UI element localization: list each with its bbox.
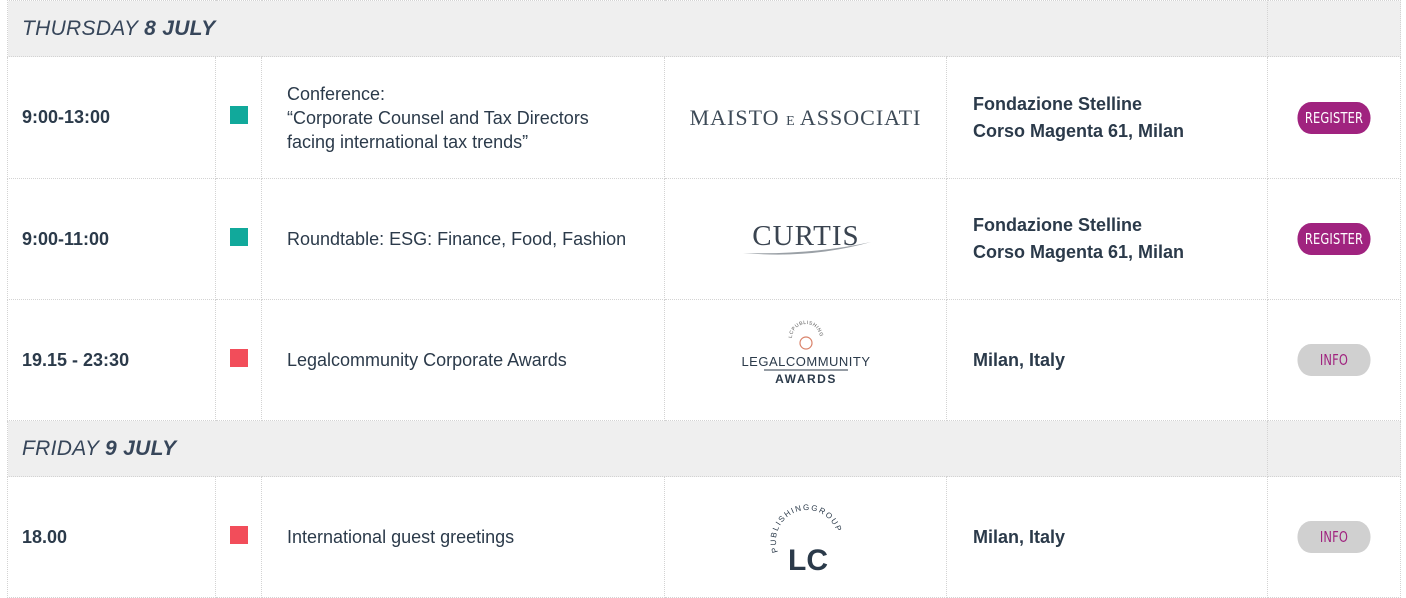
curtis-logo: CURTIS — [742, 220, 871, 255]
info-button[interactable]: INFO — [1297, 344, 1371, 376]
event-venue: Milan, Italy — [945, 299, 1269, 421]
event-title: Legalcommunity Corporate Awards — [261, 299, 665, 421]
day-name: THURSDAY — [22, 16, 138, 40]
event-row: 18.00 International guest greetings PUBL… — [7, 476, 1402, 598]
event-category-marker — [229, 106, 248, 124]
register-button[interactable]: REGISTER — [1297, 101, 1371, 134]
action-cell: REGISTER — [1267, 56, 1402, 179]
event-venue: Fondazione Stelline Corso Magenta 61, Mi… — [945, 56, 1269, 179]
day-header-row: FRIDAY 9 JULY — [6, 420, 1402, 477]
svg-text:AWARDS: AWARDS — [775, 372, 837, 386]
day-header-empty-cell — [1267, 0, 1402, 57]
event-title: Roundtable: ESG: Finance, Food, Fashion — [261, 178, 665, 300]
event-marker-cell — [215, 299, 262, 421]
event-marker-cell — [215, 476, 262, 598]
sponsor-logo-cell: PUBLISHINGGROUP LC — [664, 476, 947, 598]
day-name: FRIDAY — [22, 436, 99, 460]
event-category-marker — [229, 525, 248, 544]
info-button[interactable]: INFO — [1297, 521, 1371, 553]
event-category-marker — [229, 348, 248, 367]
sponsor-logo-cell: MAISTO E ASSOCIATI — [664, 56, 947, 179]
event-title-line: Legalcommunity Corporate Awards — [287, 350, 567, 370]
action-cell: REGISTER — [1267, 178, 1402, 300]
svg-text:LCPUBLISHINGGROUP: LCPUBLISHINGGROUP — [736, 318, 824, 338]
event-title-line: facing international tax trends” — [287, 131, 529, 152]
event-title-line: Conference: — [287, 83, 386, 104]
event-title: Conference: “Corporate Counsel and Tax D… — [261, 56, 665, 179]
event-title-line: “Corporate Counsel and Tax Directors — [287, 107, 589, 128]
event-time: 9:00-11:00 — [7, 178, 216, 300]
event-title-line: Roundtable: ESG: Finance, Food, Fashion — [287, 229, 627, 249]
event-time: 18.00 — [7, 476, 216, 598]
svg-text:LEGALCOMMUNITY: LEGALCOMMUNITY — [741, 354, 870, 369]
event-venue: Fondazione Stelline Corso Magenta 61, Mi… — [945, 178, 1269, 300]
sponsor-logo-cell: CURTIS — [664, 178, 947, 300]
event-venue: Milan, Italy — [945, 476, 1269, 598]
event-title-line: International guest greetings — [287, 527, 515, 547]
action-cell: INFO — [1267, 299, 1402, 421]
event-row: 9:00-13:00 Conference: “Corporate Counse… — [7, 56, 1402, 179]
event-time: 9:00-13:00 — [7, 56, 216, 179]
lc-publishing-group-logo: PUBLISHINGGROUP LC — [768, 502, 841, 577]
day-header-row: THURSDAY 8 JULY — [6, 0, 1402, 57]
register-button[interactable]: REGISTER — [1297, 223, 1371, 255]
venue-line: Corso Magenta 61, Milan — [973, 242, 1185, 262]
venue-line: Fondazione Stelline — [973, 215, 1143, 235]
day-header: THURSDAY 8 JULY — [6, 0, 1269, 57]
venue-line: Milan, Italy — [973, 349, 1066, 370]
legalcommunity-awards-logo: LCPUBLISHINGGROUP LEGALCOMMUNITY AWARDS — [733, 314, 870, 386]
event-marker-cell — [215, 178, 262, 300]
venue-line: Corso Magenta 61, Milan — [973, 120, 1185, 141]
event-time: 19.15 - 23:30 — [7, 299, 216, 421]
svg-text:LC: LC — [788, 544, 828, 577]
day-header: FRIDAY 9 JULY — [6, 420, 1269, 477]
action-cell: INFO — [1267, 476, 1402, 598]
sponsor-logo-cell: LCPUBLISHINGGROUP LEGALCOMMUNITY AWARDS — [664, 299, 947, 421]
venue-line: Milan, Italy — [973, 526, 1066, 547]
event-row: 9:00-11:00 Roundtable: ESG: Finance, Foo… — [7, 178, 1402, 300]
event-row: 19.15 - 23:30 Legalcommunity Corporate A… — [7, 299, 1402, 421]
maisto-e-associati-logo: MAISTO E ASSOCIATI — [689, 104, 922, 130]
event-category-marker — [229, 227, 248, 246]
events-schedule-table: THURSDAY 8 JULY 9:00-13:00 Conference: “… — [6, 0, 1402, 598]
event-title: International guest greetings — [261, 476, 665, 598]
day-header-empty-cell — [1267, 420, 1402, 477]
event-marker-cell — [215, 56, 262, 179]
day-date: 8 JULY — [144, 16, 216, 40]
venue-line: Fondazione Stelline — [973, 93, 1143, 114]
day-date: 9 JULY — [105, 436, 177, 460]
